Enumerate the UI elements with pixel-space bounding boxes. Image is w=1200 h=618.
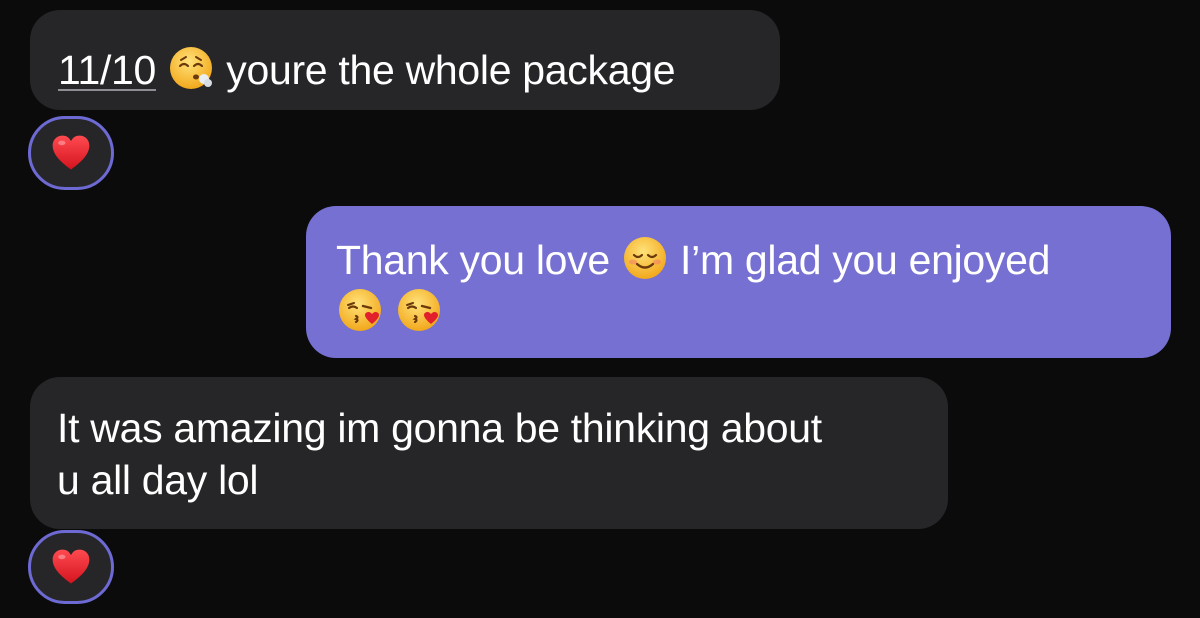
message-line-1: Thank you love I’m glad you enjoyed xyxy=(336,234,1171,286)
face-exhaling-icon xyxy=(167,44,215,92)
message-line-2: u all day lol xyxy=(57,457,259,503)
message-text-part-1: Thank you love xyxy=(336,237,610,283)
smiling-face-icon xyxy=(621,234,669,282)
heart-reaction[interactable] xyxy=(28,116,114,190)
incoming-message-1[interactable]: 11/10 youre the whole package xyxy=(30,10,780,110)
face-blowing-kiss-icon xyxy=(395,286,443,334)
message-line-1: It was amazing im gonna be thinking abou… xyxy=(57,405,822,451)
heart-reaction[interactable] xyxy=(28,530,114,604)
outgoing-message[interactable]: Thank you love I’m glad you enjoyed xyxy=(306,206,1171,358)
face-blowing-kiss-icon xyxy=(336,286,384,334)
message-text-part-2: I’m glad you enjoyed xyxy=(680,237,1051,283)
message-text: youre the whole package xyxy=(226,47,676,93)
incoming-message-2[interactable]: It was amazing im gonna be thinking abou… xyxy=(30,377,948,529)
score-text: 11/10 xyxy=(58,47,157,93)
red-heart-icon xyxy=(49,131,93,175)
message-line-2 xyxy=(336,286,1171,338)
red-heart-icon xyxy=(49,545,93,589)
